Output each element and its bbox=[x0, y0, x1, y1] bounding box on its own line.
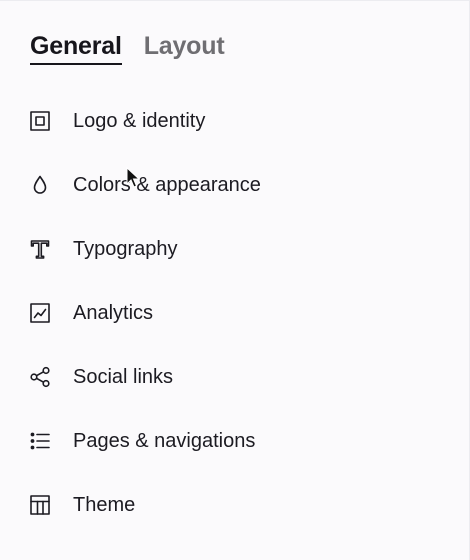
menu-item-label: Logo & identity bbox=[73, 110, 206, 132]
menu-item-label: Theme bbox=[73, 494, 136, 516]
tab-layout[interactable]: Layout bbox=[144, 31, 225, 65]
theme-layout-icon bbox=[28, 493, 52, 517]
menu-item-colors-appearance[interactable]: Colors & appearance bbox=[28, 153, 448, 217]
logo-identity-icon bbox=[28, 109, 52, 133]
menu-item-label: Colors & appearance bbox=[73, 174, 261, 196]
tab-bar: General Layout bbox=[30, 31, 225, 65]
list-icon bbox=[28, 429, 52, 453]
menu-item-label: Typography bbox=[73, 238, 178, 260]
menu-item-pages-navigations[interactable]: Pages & navigations bbox=[28, 409, 448, 473]
typography-icon bbox=[28, 237, 52, 261]
menu-item-theme[interactable]: Theme bbox=[28, 473, 448, 537]
settings-panel: General Layout Logo & identity Colors & … bbox=[0, 0, 470, 560]
menu-item-label: Pages & navigations bbox=[73, 430, 256, 452]
tab-general[interactable]: General bbox=[30, 31, 122, 65]
menu-item-label: Analytics bbox=[73, 302, 154, 324]
mouse-pointer-icon bbox=[126, 167, 140, 188]
menu-item-logo-identity[interactable]: Logo & identity bbox=[28, 89, 448, 153]
menu-item-analytics[interactable]: Analytics bbox=[28, 281, 448, 345]
menu-item-typography[interactable]: Typography bbox=[28, 217, 448, 281]
share-icon bbox=[28, 365, 52, 389]
analytics-chart-icon bbox=[28, 301, 52, 325]
menu-item-label: Social links bbox=[73, 366, 174, 388]
settings-menu: Logo & identity Colors & appearance Typo… bbox=[28, 89, 448, 537]
droplet-icon bbox=[28, 173, 52, 197]
menu-item-social-links[interactable]: Social links bbox=[28, 345, 448, 409]
